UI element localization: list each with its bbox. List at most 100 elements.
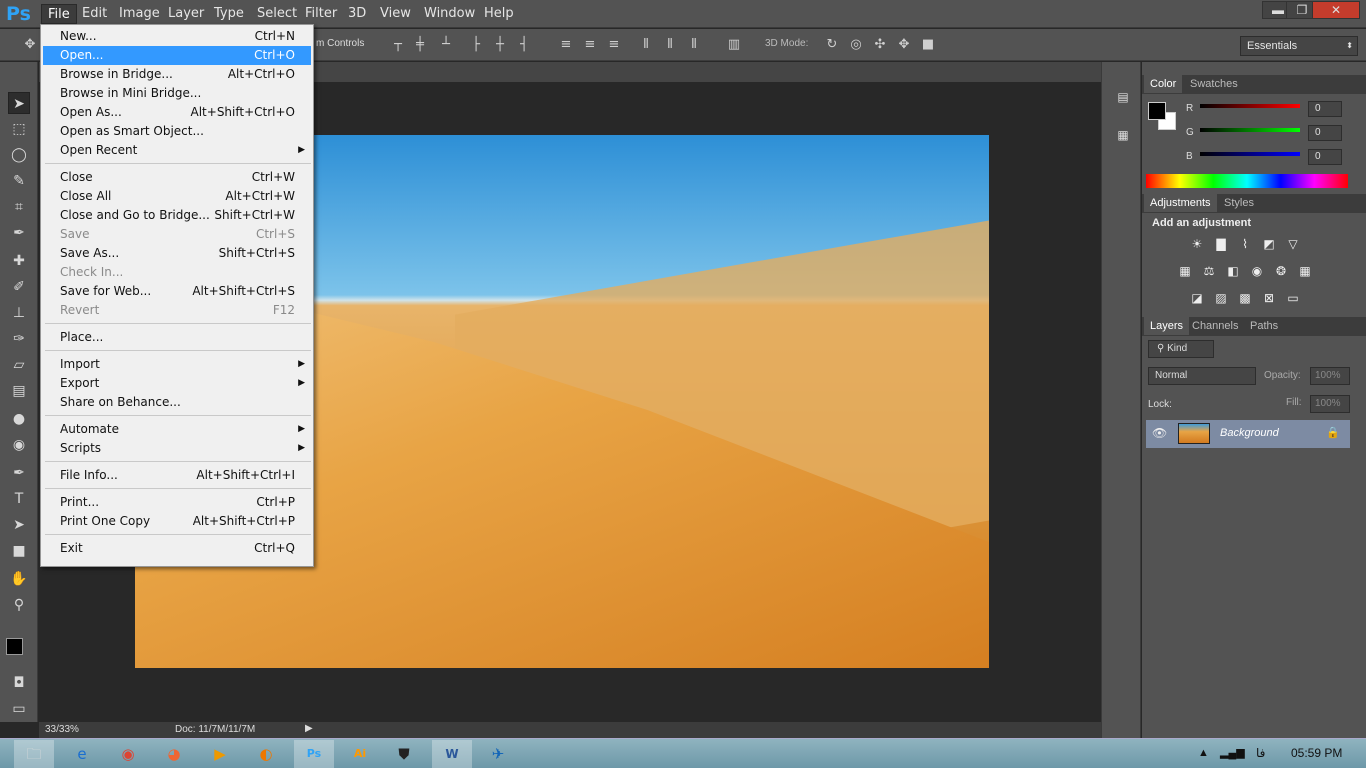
panel-foreground-swatch[interactable] [1148, 102, 1166, 120]
network-signal-icon[interactable]: ▂▄▆ [1220, 746, 1245, 759]
healing-brush-icon[interactable]: ✚ [8, 250, 30, 272]
quick-select-tool-icon[interactable]: ✎ [8, 170, 30, 192]
layer-name[interactable]: Background [1220, 427, 1279, 439]
brush-tool-icon[interactable]: ✐ [8, 276, 30, 298]
file-menu-item-exit[interactable]: Exit Ctrl+Q [43, 539, 311, 558]
clone-stamp-icon[interactable]: ⊥ [8, 302, 30, 324]
illustrator-icon[interactable]: Ai [340, 740, 380, 768]
close-button[interactable]: ✕ [1312, 1, 1360, 19]
layer-row-background[interactable]: 👁 Background 🔒 [1146, 420, 1350, 448]
file-menu-item-new[interactable]: New... Ctrl+N [43, 27, 311, 46]
brightness-icon[interactable]: ☀ [1188, 236, 1206, 252]
marquee-tool-icon[interactable]: ⬚ [8, 118, 30, 140]
file-menu-item-open[interactable]: Open... Ctrl+O [43, 46, 311, 65]
distribute-bottom-icon[interactable]: ≡ [606, 37, 622, 53]
opacity-input[interactable]: 100% [1310, 367, 1350, 385]
move-tool-icon[interactable]: ✥ [22, 37, 38, 53]
firefox-icon[interactable]: ◕ [154, 740, 194, 768]
align-top-icon[interactable]: ┬ [390, 37, 406, 53]
distribute-hcenter-icon[interactable]: ⫴ [662, 37, 678, 53]
menu-3d[interactable]: 3D [342, 4, 372, 24]
fill-input[interactable]: 100% [1310, 395, 1350, 413]
3d-roll-icon[interactable]: ◎ [848, 37, 864, 53]
file-menu-item-open-as[interactable]: Open As... Alt+Shift+Ctrl+O [43, 103, 311, 122]
color-spectrum-bar[interactable] [1146, 174, 1348, 188]
media-player-icon[interactable]: ▶ [200, 740, 240, 768]
tab-swatches[interactable]: Swatches [1184, 75, 1244, 93]
menu-layer[interactable]: Layer [162, 4, 210, 24]
photoshop-taskbar-icon[interactable]: Ps [294, 740, 334, 768]
history-panel-icon[interactable]: ▤ [1114, 90, 1132, 108]
file-menu-item-save-as[interactable]: Save As... Shift+Ctrl+S [43, 244, 311, 263]
menu-type[interactable]: Type [208, 4, 250, 24]
type-tool-icon[interactable]: T [8, 488, 30, 510]
explorer-icon[interactable]: 🗀 [14, 740, 54, 768]
photo-filter-icon[interactable]: ◉ [1248, 263, 1266, 279]
word-icon[interactable]: W [432, 740, 472, 768]
zoom-level[interactable]: 33/33% [45, 724, 79, 735]
file-menu-item-browse-in-bridge[interactable]: Browse in Bridge... Alt+Ctrl+O [43, 65, 311, 84]
chrome-icon[interactable]: ◉ [108, 740, 148, 768]
file-menu-item-open-recent[interactable]: Open Recent ▶ [43, 141, 311, 160]
eyedropper-tool-icon[interactable]: ✒ [8, 222, 30, 244]
align-right-icon[interactable]: ┤ [516, 37, 532, 53]
color-lookup-icon[interactable]: ▦ [1296, 263, 1314, 279]
blue-slider[interactable] [1200, 152, 1300, 156]
hand-tool-icon[interactable]: ✋ [8, 568, 30, 590]
selective-color-icon[interactable]: ⊠ [1260, 290, 1278, 306]
screen-mode-icon[interactable]: ▭ [8, 698, 30, 720]
quick-mask-icon[interactable]: ◘ [8, 672, 30, 694]
security-icon[interactable]: ⛊ [384, 740, 424, 768]
align-hcenter-icon[interactable]: ┼ [492, 37, 508, 53]
tab-channels[interactable]: Channels [1186, 317, 1244, 335]
align-bottom-icon[interactable]: ┴ [438, 37, 454, 53]
menu-window[interactable]: Window [418, 4, 481, 24]
file-menu-item-browse-in-mini-bridge[interactable]: Browse in Mini Bridge... [43, 84, 311, 103]
dodge-tool-icon[interactable]: ◉ [8, 434, 30, 456]
file-menu-item-import[interactable]: Import ▶ [43, 355, 311, 374]
color-balance-icon[interactable]: ⚖ [1200, 263, 1218, 279]
file-menu-item-close-and-go-to-bridge[interactable]: Close and Go to Bridge... Shift+Ctrl+W [43, 206, 311, 225]
menu-view[interactable]: View [374, 4, 417, 24]
auto-align-icon[interactable]: ▥ [726, 37, 742, 53]
3d-rotate-icon[interactable]: ↻ [824, 37, 840, 53]
distribute-vcenter-icon[interactable]: ≡ [582, 37, 598, 53]
language-indicator[interactable]: فا [1256, 746, 1265, 760]
workspace-select[interactable]: Essentials ⬍ [1240, 36, 1358, 56]
file-menu-item-open-as-smart-object[interactable]: Open as Smart Object... [43, 122, 311, 141]
file-menu-item-automate[interactable]: Automate ▶ [43, 420, 311, 439]
hue-saturation-icon[interactable]: ▦ [1176, 263, 1194, 279]
3d-pan-icon[interactable]: ✣ [872, 37, 888, 53]
path-select-icon[interactable]: ➤ [8, 514, 30, 536]
menu-filter[interactable]: Filter [299, 4, 343, 24]
green-input[interactable]: 0 [1308, 125, 1342, 141]
transform-controls-label[interactable]: m Controls [316, 38, 364, 49]
status-menu-arrow-icon[interactable]: ▶ [305, 723, 313, 734]
tab-color[interactable]: Color [1144, 75, 1183, 93]
network-app-icon[interactable]: ✈ [478, 740, 518, 768]
posterize-icon[interactable]: ▨ [1212, 290, 1230, 306]
clock[interactable]: 05:59 PM [1291, 746, 1342, 760]
history-brush-icon[interactable]: ✑ [8, 328, 30, 350]
blender-icon[interactable]: ◐ [246, 740, 286, 768]
properties-panel-icon[interactable]: ▦ [1114, 128, 1132, 146]
pen-tool-icon[interactable]: ✒ [8, 462, 30, 484]
menu-file[interactable]: File [41, 4, 77, 24]
internet-explorer-icon[interactable]: e [62, 740, 102, 768]
tab-styles[interactable]: Styles [1218, 194, 1260, 212]
vibrance-icon[interactable]: ▽ [1284, 236, 1302, 252]
3d-slide-icon[interactable]: ✥ [896, 37, 912, 53]
menu-image[interactable]: Image [113, 4, 166, 24]
file-menu-item-place[interactable]: Place... [43, 328, 311, 347]
shape-tool-icon[interactable]: ■ [8, 540, 30, 562]
distribute-top-icon[interactable]: ≡ [558, 37, 574, 53]
file-menu-item-save-for-web[interactable]: Save for Web... Alt+Shift+Ctrl+S [43, 282, 311, 301]
distribute-right-icon[interactable]: ⫴ [686, 37, 702, 53]
exposure-icon[interactable]: ◩ [1260, 236, 1278, 252]
crop-tool-icon[interactable]: ⌗ [8, 196, 30, 218]
lasso-tool-icon[interactable]: ◯ [8, 144, 30, 166]
file-menu-item-share-on-behance[interactable]: Share on Behance... [43, 393, 311, 412]
threshold-icon[interactable]: ▩ [1236, 290, 1254, 306]
zoom-tool-icon[interactable]: ⚲ [8, 594, 30, 616]
levels-icon[interactable]: ▇ [1212, 236, 1230, 252]
